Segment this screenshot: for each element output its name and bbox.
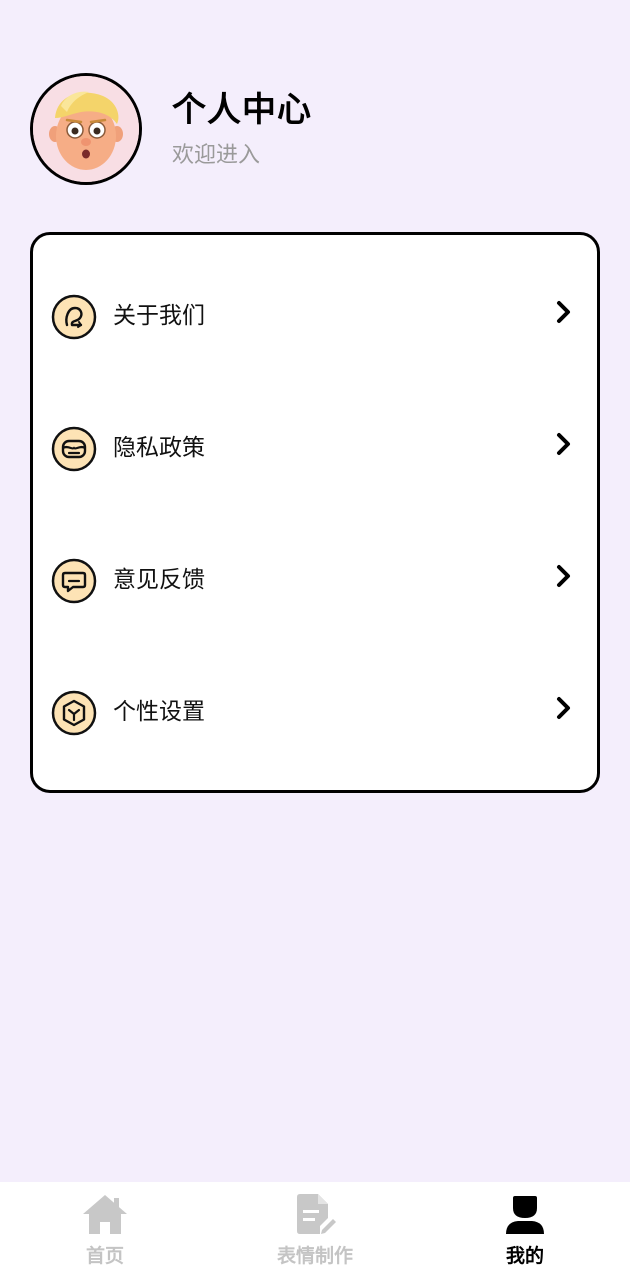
feedback-icon bbox=[51, 558, 97, 604]
tab-home[interactable]: 首页 bbox=[0, 1182, 210, 1280]
privacy-icon bbox=[51, 426, 97, 472]
welcome-subtitle: 欢迎进入 bbox=[172, 143, 261, 168]
menu-item-feedback[interactable]: 意见反馈 bbox=[33, 541, 597, 621]
home-icon bbox=[80, 1192, 130, 1236]
profile-header: 个人中心 欢迎进入 bbox=[0, 0, 630, 200]
menu-card: 关于我们 隐私政策 意见反馈 个性设置 bbox=[30, 232, 600, 793]
chevron-right-icon bbox=[555, 429, 573, 459]
menu-item-settings[interactable]: 个性设置 bbox=[33, 673, 597, 753]
menu-item-label: 意见反馈 bbox=[113, 567, 205, 593]
tab-label: 我的 bbox=[505, 1245, 544, 1267]
menu-item-label: 关于我们 bbox=[113, 303, 205, 329]
tab-mine[interactable]: 我的 bbox=[420, 1182, 630, 1280]
user-icon bbox=[500, 1192, 550, 1236]
chevron-right-icon bbox=[555, 561, 573, 591]
document-edit-icon bbox=[290, 1192, 340, 1236]
menu-item-about[interactable]: 关于我们 bbox=[33, 277, 597, 357]
tab-make-sticker[interactable]: 表情制作 bbox=[210, 1182, 420, 1280]
about-icon bbox=[51, 294, 97, 340]
menu-item-label: 个性设置 bbox=[113, 699, 205, 725]
page-title: 个人中心 bbox=[172, 90, 312, 130]
avatar[interactable] bbox=[30, 73, 142, 185]
tab-label: 表情制作 bbox=[276, 1245, 353, 1267]
tab-label: 首页 bbox=[85, 1245, 124, 1267]
bottom-tab-bar: 首页 表情制作 我的 bbox=[0, 1182, 630, 1280]
cartoon-face-avatar-icon bbox=[33, 76, 139, 182]
chevron-right-icon bbox=[555, 693, 573, 723]
chevron-right-icon bbox=[555, 297, 573, 327]
settings-icon bbox=[51, 690, 97, 736]
menu-item-label: 隐私政策 bbox=[113, 435, 205, 461]
menu-item-privacy[interactable]: 隐私政策 bbox=[33, 409, 597, 489]
